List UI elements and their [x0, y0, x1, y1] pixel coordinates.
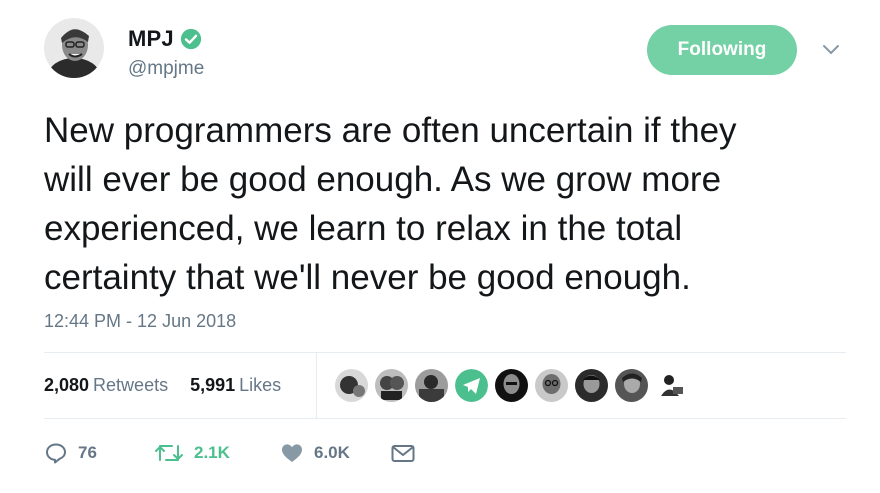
- chevron-down-icon[interactable]: [820, 42, 842, 58]
- liker-avatar[interactable]: [654, 368, 689, 403]
- author-avatar[interactable]: [44, 18, 104, 78]
- retweets-stat[interactable]: 2,080 Retweets: [44, 375, 168, 396]
- tweet-card: MPJ @mpjme Following New programmers are…: [0, 0, 880, 493]
- retweet-button[interactable]: 2.1K: [154, 441, 280, 465]
- tweet-text: New programmers are often uncertain if t…: [44, 106, 854, 302]
- retweets-count: 2,080: [44, 374, 90, 395]
- tweet-timestamp[interactable]: 12:44 PM - 12 Jun 2018: [44, 311, 236, 332]
- reply-icon: [46, 443, 66, 464]
- tweet-text-line: will ever be good enough. As we grow mor…: [44, 160, 722, 199]
- liker-avatar[interactable]: [374, 368, 409, 403]
- retweets-label: Retweets: [93, 374, 169, 395]
- liker-avatar[interactable]: [614, 368, 649, 403]
- likes-count: 5,991: [190, 374, 236, 395]
- like-button[interactable]: 6.0K: [280, 441, 390, 465]
- avatar-image: [44, 18, 104, 78]
- liker-avatar[interactable]: [494, 368, 529, 403]
- liker-avatar[interactable]: [574, 368, 609, 403]
- following-button[interactable]: Following: [647, 25, 797, 75]
- likes-stat[interactable]: 5,991 Likes: [190, 375, 281, 396]
- retweet-count: 2.1K: [194, 443, 230, 462]
- reply-button[interactable]: 76: [44, 441, 154, 465]
- liker-avatar[interactable]: [414, 368, 449, 403]
- tweet-actions: 76 2.1K 6.0K: [44, 438, 420, 468]
- liker-avatars: [334, 368, 694, 404]
- likes-label: Likes: [239, 374, 282, 395]
- stats-separator: [316, 352, 317, 418]
- divider: [44, 418, 846, 419]
- tweet-text-line: certainty that we'll never be good enoug…: [44, 258, 691, 297]
- direct-message-button[interactable]: [390, 441, 420, 465]
- heart-icon: [282, 444, 302, 462]
- telegram-avatar[interactable]: [454, 368, 489, 403]
- reply-count: 76: [78, 443, 97, 462]
- envelope-icon: [391, 445, 415, 462]
- tweet-text-line: New programmers are often uncertain if t…: [44, 111, 737, 150]
- liker-avatar[interactable]: [334, 368, 369, 403]
- liker-avatar[interactable]: [534, 368, 569, 403]
- tweet-text-line: experienced, we learn to relax in the to…: [44, 209, 683, 248]
- author-name-row: MPJ: [128, 26, 202, 52]
- author-handle[interactable]: @mpjme: [128, 58, 204, 80]
- verified-badge-icon: [180, 28, 202, 50]
- tweet-stats: 2,080 Retweets 5,991 Likes: [44, 352, 303, 418]
- like-count: 6.0K: [314, 443, 350, 462]
- author-display-name[interactable]: MPJ: [128, 26, 174, 52]
- retweet-icon: [155, 445, 183, 461]
